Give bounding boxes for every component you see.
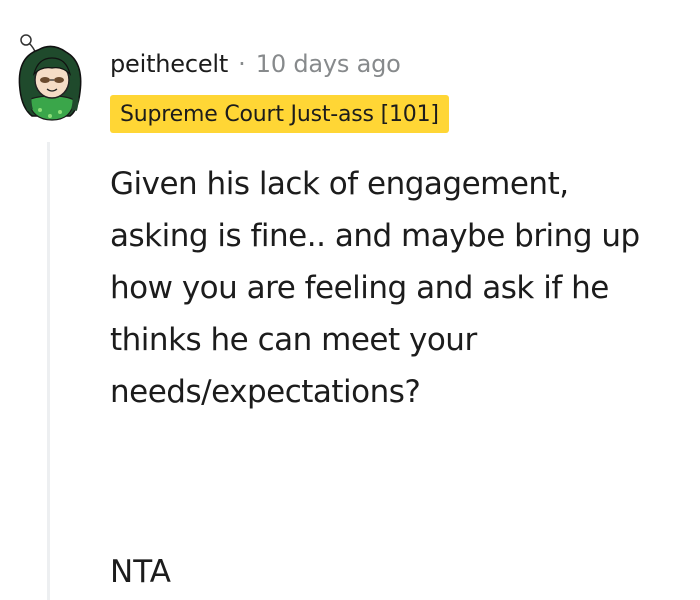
- username-link[interactable]: peithecelt: [110, 50, 228, 78]
- timestamp[interactable]: 10 days ago: [256, 50, 401, 78]
- comment: peithecelt · 10 days ago Supreme Court J…: [0, 0, 700, 600]
- meta-separator: ·: [238, 50, 246, 78]
- comment-body-line: needs/expectations?: [110, 374, 421, 410]
- avatar-icon[interactable]: [12, 30, 90, 122]
- user-flair: Supreme Court Just-ass [101]: [110, 95, 449, 133]
- thread-line[interactable]: [47, 142, 50, 600]
- comment-body-line: thinks he can meet your: [110, 322, 477, 358]
- comment-body: Given his lack of engagement, asking is …: [110, 158, 695, 418]
- comment-verdict: NTA: [110, 554, 171, 590]
- comment-body-line: how you are feeling and ask if he: [110, 270, 609, 306]
- comment-body-line: asking is fine.. and maybe bring up: [110, 218, 640, 254]
- comment-meta: peithecelt · 10 days ago: [110, 46, 401, 82]
- comment-body-line: Given his lack of engagement,: [110, 166, 569, 202]
